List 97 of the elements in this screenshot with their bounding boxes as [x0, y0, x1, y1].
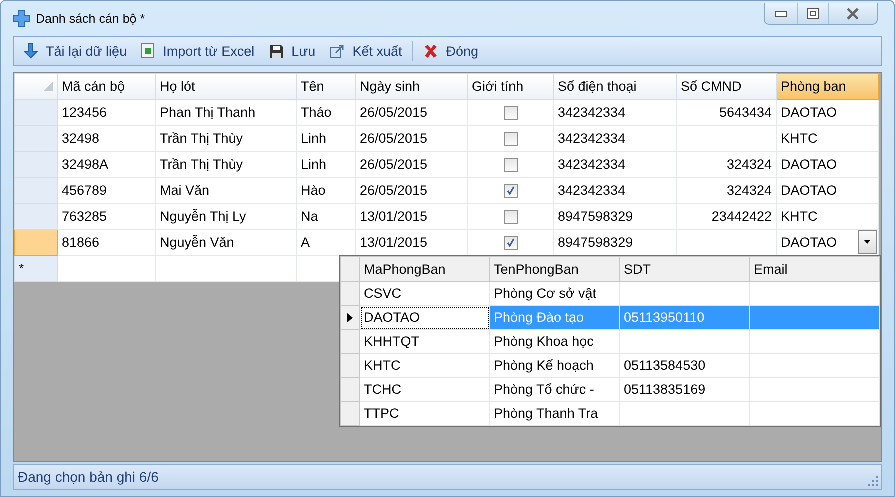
- new-row-header[interactable]: *: [14, 256, 58, 282]
- table-cell: Phòng Đào tạo: [494, 310, 584, 325]
- resize-grip-icon: [867, 475, 879, 487]
- table-cell: 123456: [62, 105, 108, 120]
- table-cell: DAOTAO: [781, 157, 838, 172]
- table-cell: Nguyễn Văn: [160, 235, 234, 250]
- spreadsheet-icon: [141, 43, 156, 59]
- table-cell: Na: [301, 209, 318, 224]
- table-cell: KHTC: [781, 131, 818, 146]
- table-cell: 26/05/2015: [360, 105, 428, 120]
- checkbox[interactable]: [504, 158, 518, 172]
- checkbox[interactable]: [504, 210, 518, 224]
- new-row-marker: *: [19, 261, 24, 276]
- current-row-icon: [347, 312, 353, 322]
- table-cell: Nguyễn Thị Ly: [160, 209, 246, 224]
- column-header[interactable]: Số điện thoại: [554, 74, 676, 100]
- table-cell: 342342334: [558, 131, 626, 146]
- table-cell: KHHTQT: [364, 334, 420, 349]
- column-header[interactable]: SDT: [620, 256, 750, 282]
- toolbar-button[interactable]: Kết xuất: [324, 39, 408, 63]
- column-header[interactable]: Ngày sinh: [356, 74, 468, 100]
- maximize-icon: [807, 8, 819, 19]
- checkbox[interactable]: [504, 236, 518, 250]
- table-cell: Tháo: [301, 105, 332, 120]
- dropdown-button[interactable]: [858, 230, 877, 254]
- column-header[interactable]: Email: [750, 256, 880, 282]
- down-arrow-icon: [24, 43, 38, 59]
- table-cell: DAOTAO: [781, 235, 838, 250]
- app-plus-icon: [13, 10, 31, 28]
- table-cell: Phòng Thanh Tra: [494, 406, 598, 421]
- column-header[interactable]: Số CMND: [676, 74, 776, 100]
- table-cell: DAOTAO: [781, 183, 838, 198]
- table-cell: 342342334: [558, 105, 626, 120]
- table-cell: TTPC: [364, 406, 400, 421]
- table-cell: Phòng Tổ chức -: [494, 382, 594, 397]
- checkbox[interactable]: [504, 132, 518, 146]
- table-cell: A: [301, 235, 310, 250]
- toolbar-button[interactable]: Lưu: [262, 39, 322, 63]
- table-cell: Phòng Khoa học: [494, 334, 594, 349]
- table-cell: DAOTAO: [364, 310, 420, 325]
- table-cell: 342342334: [558, 157, 626, 172]
- column-header[interactable]: Mã cán bộ: [58, 74, 156, 100]
- table-cell: 26/05/2015: [360, 183, 428, 198]
- table-cell: Phòng Cơ sở vật: [494, 286, 597, 301]
- table-cell: 26/05/2015: [360, 157, 428, 172]
- table-cell: 32498: [62, 131, 100, 146]
- table-cell: 23442422: [712, 209, 772, 224]
- table-cell: Trần Thị Thùy: [160, 131, 244, 146]
- table-cell: 05113950110: [624, 310, 705, 325]
- table-cell: Mai Văn: [160, 183, 210, 198]
- toolbar-button[interactable]: Đóng: [417, 39, 485, 63]
- table-cell: 05113584530: [624, 358, 706, 373]
- table-cell: Linh: [301, 157, 327, 172]
- table-cell: Phòng Kế hoạch: [494, 358, 594, 373]
- column-header[interactable]: Tên: [296, 74, 356, 100]
- table-cell: 324324: [726, 183, 772, 198]
- toolbar-button[interactable]: Tải lại dữ liệu: [18, 39, 134, 63]
- caret-icon: [864, 240, 871, 244]
- table-cell: 32498A: [62, 157, 109, 172]
- column-header[interactable]: Giới tính: [468, 74, 554, 100]
- table-cell: 8947598329: [558, 235, 634, 250]
- table-cell: 8947598329: [558, 209, 634, 224]
- table-cell: CSVC: [364, 286, 402, 301]
- table-cell: 342342334: [558, 183, 626, 198]
- minimize-icon: [775, 10, 787, 16]
- table-cell: KHTC: [364, 358, 401, 373]
- table-cell: 13/01/2015: [360, 209, 428, 224]
- table-cell: 26/05/2015: [360, 131, 428, 146]
- corner-header[interactable]: [14, 74, 58, 100]
- status-text: Đang chọn bản ghi 6/6: [18, 469, 159, 485]
- table-cell: TCHC: [364, 382, 402, 397]
- table-cell: Linh: [301, 131, 327, 146]
- close-icon: [423, 44, 438, 58]
- table-cell: Trần Thị Thùy: [160, 157, 244, 172]
- table-cell: 456789: [62, 183, 108, 198]
- table-cell: 13/01/2015: [360, 235, 428, 250]
- table-cell: 81866: [62, 235, 100, 250]
- checkbox[interactable]: [504, 106, 518, 120]
- column-header[interactable]: MaPhongBan: [360, 256, 490, 282]
- row-header[interactable]: [340, 306, 360, 330]
- table-cell: Phan Thị Thanh: [160, 105, 256, 120]
- window-title: Danh sách cán bộ *: [36, 12, 146, 26]
- table-cell: Hào: [301, 183, 326, 198]
- table-cell: 763285: [62, 209, 108, 224]
- table-cell: 05113835169: [624, 382, 706, 397]
- table-cell: 5643434: [719, 105, 772, 120]
- table-cell: KHTC: [781, 209, 818, 224]
- column-header[interactable]: TenPhongBan: [490, 256, 620, 282]
- close-icon: [846, 8, 860, 20]
- column-header[interactable]: Phòng ban: [776, 74, 878, 100]
- table-cell: 324324: [726, 157, 772, 172]
- export-icon: [330, 44, 345, 58]
- toolbar-button[interactable]: Import từ Excel: [135, 39, 261, 63]
- column-header[interactable]: Họ lót: [156, 74, 296, 100]
- table-cell: DAOTAO: [781, 105, 838, 120]
- checkbox[interactable]: [504, 184, 518, 198]
- select-all-icon: [44, 82, 53, 91]
